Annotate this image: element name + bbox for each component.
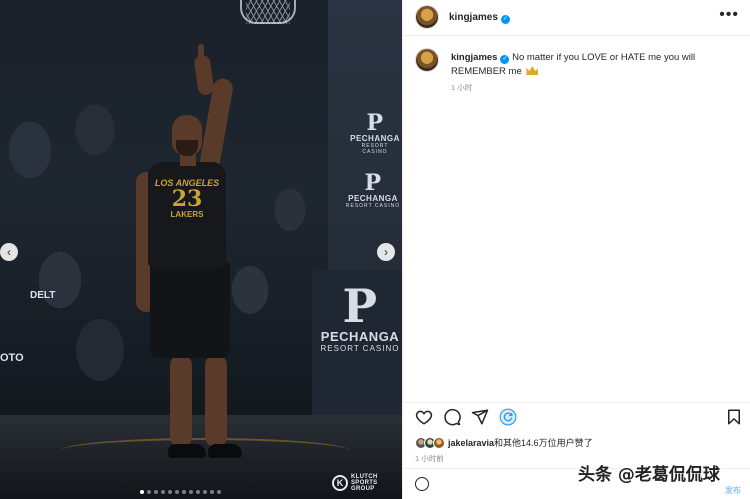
basket-rim xyxy=(240,0,296,24)
caption-username[interactable]: kingjames xyxy=(451,52,497,63)
carousel-dot xyxy=(196,490,200,494)
source-watermark: 头条 @老葛侃侃球 xyxy=(578,465,720,485)
bookmark-icon[interactable] xyxy=(725,408,743,426)
action-bar xyxy=(403,402,750,430)
heart-icon[interactable] xyxy=(415,408,433,426)
liker-avatar xyxy=(433,436,445,449)
carousel-dot xyxy=(203,490,207,494)
send-icon[interactable] xyxy=(471,408,489,426)
carousel-dot xyxy=(217,490,221,494)
sponsor-logo-1: P PECHANGA RESORT CASINO xyxy=(350,110,400,155)
likes-summary[interactable]: jakelaravia和其他14.6万位用户赞了 xyxy=(448,436,593,449)
carousel-dot xyxy=(168,490,172,494)
carousel-indicator xyxy=(140,490,221,494)
carousel-dot xyxy=(182,490,186,494)
chevron-right-icon[interactable]: › xyxy=(377,243,395,261)
post-side-panel: kingjames ✓ ••• kingjames ✓ No matter if y… xyxy=(402,0,750,499)
caption: kingjames ✓ No matter if you LOVE or HATE… xyxy=(451,51,736,79)
more-icon[interactable]: ••• xyxy=(719,6,739,24)
klutch-watermark: K KLUTCH SPORTS GROUP xyxy=(332,474,383,492)
carousel-dot xyxy=(189,490,193,494)
carousel-dot xyxy=(210,490,214,494)
carousel-dot xyxy=(154,490,158,494)
verified-icon: ✓ xyxy=(500,15,510,24)
post-header: kingjames ✓ ••• xyxy=(403,0,750,36)
carousel-dot xyxy=(140,490,144,494)
comment-icon[interactable] xyxy=(443,408,461,426)
crown-emoji xyxy=(526,66,539,75)
carousel-dot xyxy=(161,490,165,494)
klutch-icon: K xyxy=(332,475,348,491)
court-signage-left: DELT xyxy=(30,290,56,301)
likes-row: jakelaravia和其他14.6万位用户赞了 xyxy=(415,436,593,449)
header-username[interactable]: kingjames ✓ xyxy=(449,12,510,24)
sponsor-logo-3: P PECHANGA RESORT CASINO xyxy=(320,279,400,353)
court-signage-left-2: OTO xyxy=(0,352,24,364)
jersey-text: LOS ANGELES 23 LAKERS xyxy=(154,178,220,219)
emoji-icon[interactable] xyxy=(415,477,429,491)
post-timestamp: 1 小时前 xyxy=(415,454,444,463)
sponsor-logo-2: P PECHANGA RESORT CASINO xyxy=(345,170,401,209)
chevron-left-icon[interactable]: ‹ xyxy=(0,243,18,261)
carousel-dot xyxy=(175,490,179,494)
post-button[interactable]: 发布 xyxy=(725,485,741,496)
carousel-dot xyxy=(147,490,151,494)
caption-timestamp: 1 小时 xyxy=(451,83,473,92)
post-media[interactable]: P PECHANGA RESORT CASINO P PECHANGA RESO… xyxy=(0,0,402,499)
avatar[interactable] xyxy=(415,5,439,29)
caption-avatar[interactable] xyxy=(415,48,439,72)
refresh-icon[interactable] xyxy=(499,408,517,426)
verified-icon: ✓ xyxy=(500,55,510,64)
